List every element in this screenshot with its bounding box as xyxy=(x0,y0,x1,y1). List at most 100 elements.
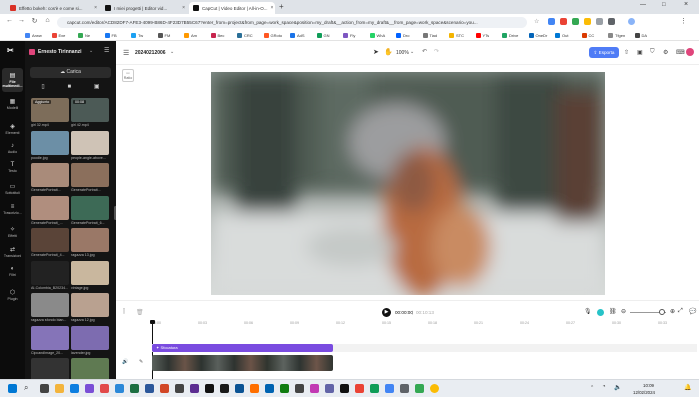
bookmark-item[interactable]: FM xyxy=(157,33,170,38)
comment-icon[interactable]: 💬 xyxy=(689,308,696,315)
app-icon[interactable] xyxy=(265,384,274,393)
word-icon[interactable] xyxy=(145,384,154,393)
home-icon[interactable]: ⌂ xyxy=(42,17,53,24)
zoom-out-icon[interactable]: ⊖ xyxy=(621,308,626,315)
app-icon[interactable] xyxy=(235,384,244,393)
video-clip[interactable] xyxy=(152,355,333,371)
extension-icon[interactable] xyxy=(548,18,555,25)
hand-pan-icon[interactable]: ✋ xyxy=(384,48,393,56)
media-thumbnail[interactable] xyxy=(31,260,69,285)
rail-item[interactable]: ✧ Effetti xyxy=(0,226,25,238)
upload-button[interactable]: ☁ Carica xyxy=(30,67,111,78)
taskbar-date[interactable]: 12/02/2024 xyxy=(633,390,655,395)
close-icon[interactable]: × xyxy=(182,5,185,11)
powerpoint-icon[interactable] xyxy=(160,384,169,393)
media-thumbnail[interactable] xyxy=(31,163,69,187)
zoom-in-icon[interactable]: ⊕ xyxy=(670,308,675,315)
rail-item[interactable]: ▦ Modelli xyxy=(0,98,25,110)
video-preview[interactable] xyxy=(211,72,605,295)
rail-item[interactable]: ◐ Filtri xyxy=(0,266,25,277)
app-icon[interactable] xyxy=(175,384,184,393)
settings-icon[interactable]: ⚙ xyxy=(663,49,668,56)
track-lock-icon[interactable]: ✎ xyxy=(139,359,143,365)
media-thumbnail[interactable]: 00:08 xyxy=(71,98,109,122)
app-icon[interactable] xyxy=(85,384,94,393)
bookmark-item[interactable]: FB xyxy=(104,33,117,38)
camera-record-icon[interactable]: ■ xyxy=(68,82,72,92)
extension-icon[interactable] xyxy=(572,18,579,25)
minimize-button[interactable]: — xyxy=(640,2,646,8)
timeline-ruler[interactable]: 00:00 00:03 00:06 00:09 00:12 00:15 00:18 00:21… xyxy=(152,321,697,329)
search-icon[interactable]: ⌕ xyxy=(24,383,28,393)
project-name[interactable]: 20240212006 xyxy=(135,50,166,56)
close-icon[interactable]: × xyxy=(271,5,274,11)
media-thumbnail[interactable] xyxy=(71,325,109,350)
ratio-button[interactable]: ▭ Ratio xyxy=(122,69,134,82)
new-tab-button[interactable]: + xyxy=(279,2,284,11)
reload-icon[interactable]: ↻ xyxy=(29,17,40,25)
browser-tab[interactable]: Effetto bokeh: cos'è e come si... × xyxy=(6,2,101,14)
extension-icon[interactable] xyxy=(584,18,591,25)
media-thumbnail[interactable] xyxy=(31,130,69,155)
media-thumbnail[interactable] xyxy=(31,358,69,379)
notifications-icon[interactable]: 🔔 xyxy=(684,384,691,391)
rail-item[interactable]: ▤ File multimedi... xyxy=(0,72,25,88)
app-icon[interactable] xyxy=(355,384,364,393)
chevron-down-icon[interactable]: ⌄ xyxy=(89,48,93,54)
bookmark-item[interactable]: DA xyxy=(634,33,647,38)
user-avatar[interactable] xyxy=(686,48,694,56)
extension-icon[interactable] xyxy=(596,18,603,25)
close-icon[interactable]: × xyxy=(94,5,97,11)
maximize-button[interactable]: □ xyxy=(662,2,666,8)
rail-item[interactable]: ⬡ Plugin xyxy=(0,289,25,301)
menu-kebab-icon[interactable]: ⋮ xyxy=(680,17,687,25)
zoom-slider-thumb[interactable] xyxy=(659,309,665,315)
media-thumbnail[interactable] xyxy=(31,293,69,317)
back-icon[interactable]: ← xyxy=(4,17,15,24)
media-thumbnail[interactable] xyxy=(71,260,109,285)
app-icon[interactable] xyxy=(100,384,109,393)
capcut-logo-icon[interactable]: ✂ xyxy=(7,46,18,55)
redo-icon[interactable]: ↷ xyxy=(434,48,439,55)
shield-icon[interactable]: ⛉ xyxy=(650,49,655,56)
keyboard-icon[interactable]: ⌨ xyxy=(676,49,685,56)
rail-item[interactable]: ⇄ Transizioni xyxy=(0,246,25,258)
star-icon[interactable]: ☆ xyxy=(534,18,539,25)
bookmark-item[interactable]: YTs xyxy=(475,33,489,38)
bookmark-item[interactable]: Bec xyxy=(210,33,224,38)
bookmark-item[interactable]: STC xyxy=(449,33,464,38)
url-field[interactable]: capcut.com/editor/ACD82DF7-AFE3-4099-B86… xyxy=(57,17,527,28)
bookmark-item[interactable]: Out xyxy=(555,33,568,38)
taskbar-time[interactable]: 10:09 xyxy=(643,383,654,388)
delete-icon[interactable]: 🗑 xyxy=(136,309,144,316)
browser-tab[interactable]: I miei progetti | Editor vid... × xyxy=(101,2,189,14)
windows-start-icon[interactable] xyxy=(8,384,17,393)
bookmark-item[interactable]: Tiad xyxy=(422,33,437,38)
volume-icon[interactable]: 🔈 xyxy=(614,384,621,391)
media-thumbnail[interactable] xyxy=(71,163,109,187)
bookmark-item[interactable]: Dro xyxy=(396,33,409,38)
teams-icon[interactable] xyxy=(325,384,334,393)
bookmark-item[interactable]: Exe xyxy=(51,33,65,38)
app-icon[interactable] xyxy=(415,384,424,393)
zoom-level[interactable]: 100% xyxy=(396,50,409,56)
link-icon[interactable]: ⛓ xyxy=(609,308,617,315)
app-icon[interactable] xyxy=(385,384,394,393)
bookmark-item[interactable]: Tw xyxy=(131,33,143,38)
edge-icon[interactable] xyxy=(70,384,79,393)
bookmark-item[interactable]: GRoto xyxy=(263,33,282,38)
rail-item[interactable]: T Testo xyxy=(0,162,25,173)
task-view-icon[interactable] xyxy=(40,384,49,393)
extensions-puzzle-icon[interactable] xyxy=(608,18,615,25)
media-thumbnail[interactable] xyxy=(71,358,109,379)
layout-icon[interactable]: ▣ xyxy=(637,49,643,56)
app-icon[interactable] xyxy=(340,384,349,393)
media-thumbnail[interactable] xyxy=(31,195,69,220)
chevron-down-icon[interactable]: ⌄ xyxy=(170,49,174,55)
app-icon[interactable] xyxy=(250,384,259,393)
phone-import-icon[interactable]: ▯ xyxy=(41,82,44,92)
panel-collapse-icon[interactable]: ☰ xyxy=(104,47,109,54)
chrome-icon[interactable] xyxy=(430,384,439,393)
media-thumbnail[interactable] xyxy=(71,293,109,317)
close-window-button[interactable]: × xyxy=(684,1,688,8)
